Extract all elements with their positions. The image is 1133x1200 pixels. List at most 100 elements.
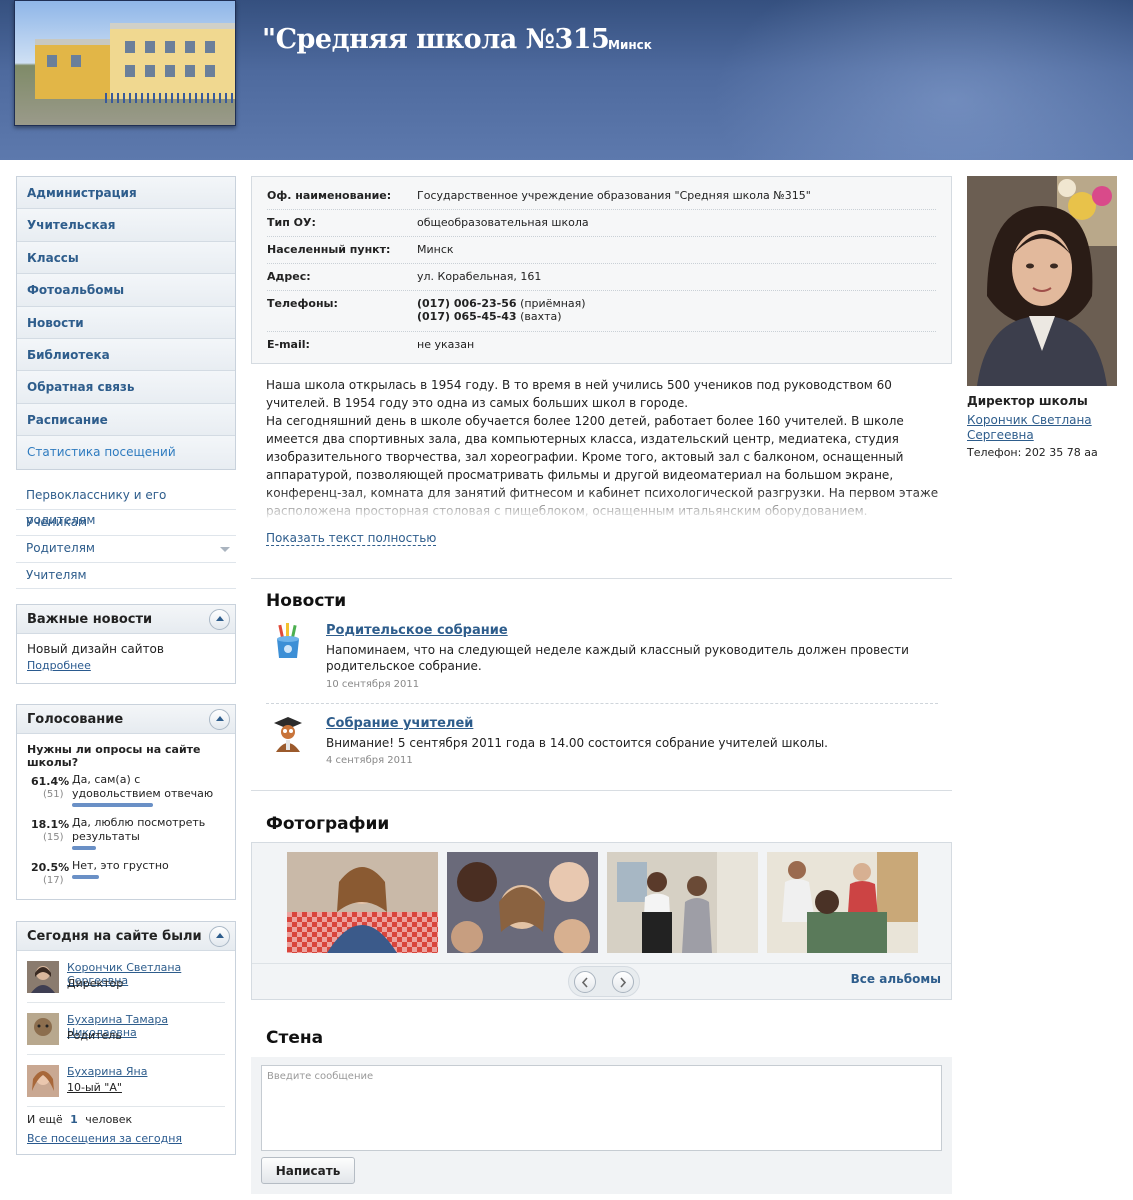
avatar[interactable] bbox=[27, 1065, 59, 1097]
collapse-icon[interactable] bbox=[209, 926, 230, 947]
director-photo[interactable] bbox=[967, 176, 1117, 386]
visitors-box: Сегодня на сайте были Корончик Светлана … bbox=[16, 921, 236, 1155]
director-name-link[interactable]: Корончик Светлана Сергеевна bbox=[967, 413, 1117, 443]
important-news-text: Новый дизайн сайтов bbox=[27, 642, 164, 656]
wall-message-input[interactable] bbox=[261, 1065, 942, 1151]
news-text: Напоминаем, что на следующей неделе кажд… bbox=[326, 643, 909, 673]
nav-item-classes[interactable]: Классы bbox=[17, 241, 235, 275]
nav-item-library[interactable]: Библиотека bbox=[17, 338, 235, 372]
phone-note: (вахта) bbox=[520, 310, 562, 323]
school-city: Минск bbox=[608, 38, 652, 52]
poll-count: (17) bbox=[43, 875, 64, 886]
news-title[interactable]: Родительское собрание bbox=[326, 623, 508, 638]
about-paragraph: Наша школа открылась в 1954 году. В то в… bbox=[266, 378, 892, 410]
carousel-pager bbox=[568, 966, 640, 997]
photo-thumbnail[interactable] bbox=[607, 852, 758, 953]
chevron-down-icon[interactable] bbox=[220, 547, 230, 552]
photo-thumbnail[interactable] bbox=[287, 852, 438, 953]
phone-note: (приёмная) bbox=[520, 297, 586, 310]
visitor-role: Директор bbox=[67, 977, 124, 990]
collapse-icon[interactable] bbox=[209, 709, 230, 730]
teacher-icon bbox=[274, 717, 302, 752]
avatar[interactable] bbox=[27, 1013, 59, 1045]
poll-question: Нужны ли опросы на сайте школы? bbox=[27, 743, 201, 769]
link-teachers[interactable]: Учителям bbox=[16, 563, 236, 589]
visitor-role: Родитель bbox=[67, 1029, 122, 1042]
visitor-item: Бухарина Яна 10-ый "А" bbox=[27, 1055, 225, 1107]
poll-option: 20.5% (17) Нет, это грустно bbox=[17, 859, 235, 902]
important-news-more-link[interactable]: Подробнее bbox=[27, 659, 91, 672]
info-key: Оф. наименование: bbox=[267, 189, 392, 202]
poll-percent: 18.1% bbox=[31, 818, 70, 831]
info-key: Населенный пункт: bbox=[267, 243, 391, 256]
news-heading: Новости bbox=[266, 591, 347, 611]
poll-box: Голосование Нужны ли опросы на сайте шко… bbox=[16, 704, 236, 900]
audience-links: Первокласснику и его родителям Ученикам … bbox=[16, 483, 236, 589]
info-key: Тип ОУ: bbox=[267, 216, 316, 229]
more-visitors-count[interactable]: 1 bbox=[70, 1113, 78, 1126]
poll-bar bbox=[72, 846, 96, 850]
info-row: Тип ОУ: общеобразовательная школа bbox=[267, 210, 936, 237]
site-header: "Средняя школа №315 Минск bbox=[0, 0, 1133, 160]
divider bbox=[251, 578, 952, 579]
info-value-phones: (017) 006-23-56 (приёмная) (017) 065-45-… bbox=[417, 297, 586, 323]
important-news-header: Важные новости bbox=[17, 605, 235, 634]
divider bbox=[251, 790, 952, 791]
school-info-table: Оф. наименование: Государственное учрежд… bbox=[251, 176, 952, 364]
news-item: Собрание учителей Внимание! 5 сентября 2… bbox=[266, 716, 942, 768]
nav-item-statistics[interactable]: Статистика посещений bbox=[17, 436, 235, 469]
photos-heading: Фотографии bbox=[266, 814, 390, 834]
prev-arrow-icon[interactable] bbox=[574, 971, 596, 993]
nav-item-teachers-room[interactable]: Учительская bbox=[17, 209, 235, 242]
visitor-name[interactable]: Бухарина Яна bbox=[67, 1065, 147, 1078]
poll-option-label: Нет, это грустно bbox=[72, 859, 169, 872]
school-building-photo bbox=[14, 0, 236, 126]
photo-thumbnail[interactable] bbox=[447, 852, 598, 953]
link-parents-label: Родителям bbox=[26, 541, 95, 555]
poll-title: Голосование bbox=[27, 712, 124, 727]
info-value: Минск bbox=[417, 243, 454, 256]
nav-item-administration[interactable]: Администрация bbox=[17, 177, 235, 210]
nav-item-feedback[interactable]: Обратная связь bbox=[17, 371, 235, 404]
link-parents[interactable]: Родителям bbox=[16, 536, 236, 563]
info-row: Адрес: ул. Корабельная, 161 bbox=[267, 264, 936, 291]
news-date: 4 сентября 2011 bbox=[326, 755, 413, 766]
news-text: Внимание! 5 сентября 2011 года в 14.00 с… bbox=[326, 736, 828, 750]
more-visitors-prefix: И ещё bbox=[27, 1113, 63, 1126]
visitor-item: Бухарина Тамара Николаевна Родитель bbox=[27, 1003, 225, 1055]
photo-thumbnail[interactable] bbox=[767, 852, 918, 953]
info-row: Населенный пункт: Минск bbox=[267, 237, 936, 264]
submit-post-button[interactable]: Написать bbox=[261, 1157, 355, 1184]
poll-option: 18.1% (15) Да, люблю посмотреть результа… bbox=[17, 816, 235, 859]
important-news-title: Важные новости bbox=[27, 612, 153, 627]
link-students[interactable]: Ученикам bbox=[16, 510, 236, 536]
next-arrow-icon[interactable] bbox=[612, 971, 634, 993]
news-date: 10 сентября 2011 bbox=[326, 679, 420, 690]
show-full-text-link[interactable]: Показать текст полностью bbox=[266, 531, 437, 546]
main-nav: Администрация Учительская Классы Фотоаль… bbox=[16, 176, 236, 470]
header-glow bbox=[693, 0, 1133, 160]
nav-item-schedule[interactable]: Расписание bbox=[17, 403, 235, 437]
pencil-cup-icon bbox=[277, 623, 299, 658]
link-first-graders[interactable]: Первокласснику и его родителям bbox=[16, 483, 236, 527]
photo-carousel: Все альбомы bbox=[251, 842, 952, 1000]
building-wing-left bbox=[35, 39, 110, 99]
info-value: ул. Корабельная, 161 bbox=[417, 270, 542, 283]
all-albums-link[interactable]: Все альбомы bbox=[851, 972, 941, 986]
news-title[interactable]: Собрание учителей bbox=[326, 716, 473, 731]
news-divider bbox=[266, 703, 938, 704]
visitor-role[interactable]: 10-ый "А" bbox=[67, 1081, 122, 1094]
info-key: E-mail: bbox=[267, 338, 310, 351]
avatar[interactable] bbox=[27, 961, 59, 993]
wall-form: Написать bbox=[251, 1057, 952, 1194]
poll-count: (15) bbox=[43, 832, 64, 843]
nav-item-photo-albums[interactable]: Фотоальбомы bbox=[17, 274, 235, 307]
about-text: Наша школа открылась в 1954 году. В то в… bbox=[266, 376, 942, 520]
info-row: E-mail: не указан bbox=[267, 332, 936, 359]
more-visitors-suffix: человек bbox=[85, 1113, 133, 1126]
poll-bar bbox=[72, 803, 153, 807]
nav-item-news[interactable]: Новости bbox=[17, 306, 235, 339]
all-visits-link[interactable]: Все посещения за сегодня bbox=[27, 1132, 182, 1145]
collapse-icon[interactable] bbox=[209, 609, 230, 630]
important-news-box: Важные новости Новый дизайн сайтов Подро… bbox=[16, 604, 236, 684]
